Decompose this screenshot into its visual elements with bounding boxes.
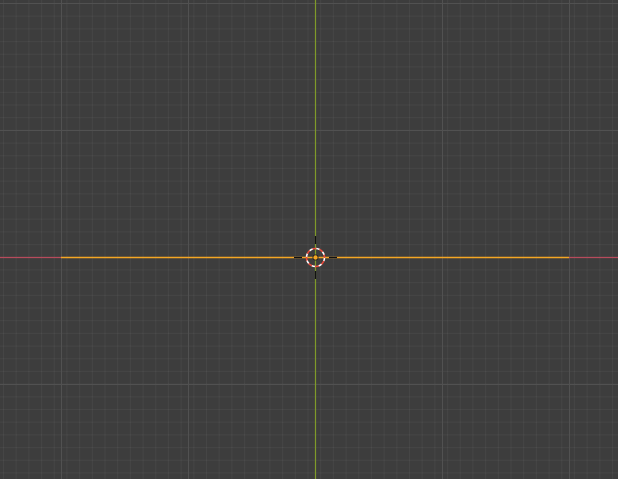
3d-viewport[interactable] — [0, 0, 618, 479]
viewport-overlay — [0, 0, 618, 479]
major-grid — [0, 0, 618, 479]
object-origin-icon[interactable] — [312, 254, 319, 261]
